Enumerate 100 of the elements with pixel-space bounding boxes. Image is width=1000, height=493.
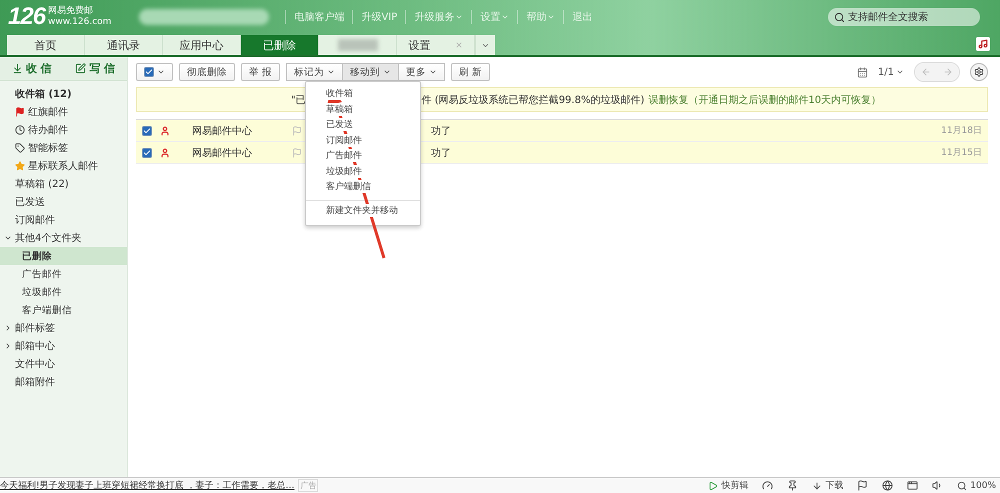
toolbar-button[interactable]: 彻底删除 — [179, 63, 235, 81]
settings-button[interactable] — [970, 63, 988, 81]
folder-item[interactable]: 收件箱 (12) — [0, 85, 127, 103]
notice-text: "已 — [291, 94, 306, 106]
compose-button[interactable]: 写 信 — [64, 57, 127, 80]
folder-item[interactable]: 垃圾邮件 — [0, 283, 127, 301]
chevron-down-icon — [157, 68, 165, 76]
search-icon — [834, 12, 845, 23]
page-selector[interactable]: 1/1 — [878, 66, 904, 78]
folder-item[interactable]: 邮件标签 — [0, 319, 127, 337]
menu-item[interactable]: 已发送 — [326, 118, 353, 132]
mail-subject: 功了 — [431, 124, 451, 138]
menu-item[interactable]: 垃圾邮件 — [326, 164, 362, 178]
toolbar-icon-button[interactable] — [907, 480, 918, 491]
chevron-down-icon — [896, 68, 904, 76]
folder-item[interactable]: 订阅邮件 — [0, 211, 127, 229]
arrow-right-icon — [943, 67, 953, 77]
mail-sender: 网易邮件中心 — [192, 124, 253, 138]
menu-item[interactable]: 新建文件夹并移动 — [326, 204, 398, 217]
folder-item[interactable]: 客户端删信 — [0, 301, 127, 319]
toolbar-icon-button[interactable] — [882, 480, 894, 491]
person-icon — [160, 148, 170, 158]
chevron-right-icon[interactable] — [4, 342, 12, 350]
toolbar-icon-button[interactable] — [762, 480, 774, 491]
checkbox[interactable] — [144, 67, 154, 77]
chevron-right-icon[interactable] — [4, 324, 12, 332]
tab[interactable]: 应用中心 — [163, 35, 241, 55]
download-icon — [12, 63, 23, 74]
magnifier-icon — [957, 480, 968, 490]
flag-icon — [15, 107, 25, 117]
pin-icon — [787, 480, 798, 491]
folder-item[interactable]: 星标联系人邮件 — [0, 157, 127, 175]
checkbox[interactable] — [142, 126, 152, 136]
toolbar-icon-button[interactable] — [857, 480, 868, 491]
ad-label: 广告 — [298, 479, 318, 492]
toolbar-button[interactable]: 举 报 — [241, 63, 280, 81]
speaker-icon — [932, 480, 944, 491]
restore-link[interactable]: 误删恢复（开通日期之后误删的邮件10天内可恢复） — [648, 92, 882, 106]
menu-item[interactable]: 广告邮件 — [326, 149, 362, 162]
chevron-down-icon — [383, 68, 392, 76]
person-icon — [160, 126, 170, 136]
folder-item[interactable]: 草稿箱 (22) — [0, 175, 127, 193]
tab[interactable]: 已删除 — [241, 35, 319, 55]
toolbar-button[interactable]: 标记为 — [286, 63, 344, 81]
menu-item[interactable]: 收件箱 — [326, 87, 353, 100]
folder-item[interactable]: 已发送 — [0, 193, 127, 211]
tab[interactable]: 首页 — [7, 35, 85, 55]
zoom-button[interactable]: 100% — [957, 480, 996, 490]
download-button[interactable]: 下载 — [812, 479, 844, 492]
toolbar-icon-button[interactable] — [932, 480, 944, 491]
toolbar-icon-button[interactable] — [787, 480, 798, 491]
chevron-down-icon — [429, 68, 438, 76]
menu-item[interactable]: 订阅邮件 — [326, 134, 362, 147]
mail-subject: 功了 — [431, 146, 451, 160]
folder-item[interactable]: 待办邮件 — [0, 121, 127, 139]
menu-item[interactable]: 客户端删信 — [326, 180, 371, 194]
gauge-icon — [762, 480, 774, 491]
play-icon — [708, 480, 718, 490]
pen-icon — [75, 63, 86, 74]
folder-item[interactable]: 文件中心 — [0, 355, 127, 373]
folder-item[interactable]: 红旗邮件 — [0, 103, 127, 121]
arrow-down-icon — [812, 480, 822, 490]
news-link[interactable]: 今天福利!男子发现妻子上班穿短裙经常换打底 ，妻子：工作需要，老总… — [0, 479, 294, 492]
clip-button[interactable]: 快剪辑 — [708, 479, 748, 492]
clock-icon — [15, 125, 25, 135]
search-field[interactable]: 支持邮件全文搜索 — [828, 8, 980, 26]
folder-item[interactable]: 广告邮件 — [0, 265, 127, 283]
chevron-down-icon[interactable] — [4, 234, 12, 242]
music-button[interactable] — [976, 37, 990, 51]
window-icon — [907, 480, 918, 491]
tab[interactable]: 设置 — [397, 35, 475, 55]
checkbox[interactable] — [142, 148, 152, 158]
chevron-down-icon — [501, 13, 510, 21]
receive-button[interactable]: 收 信 — [0, 57, 64, 80]
folder-item[interactable]: 其他4个文件夹 — [0, 229, 127, 247]
music-note-icon — [978, 39, 988, 49]
calendar-icon[interactable] — [856, 66, 868, 78]
arrow-left-icon — [921, 67, 931, 77]
folder-item[interactable]: 智能标签 — [0, 139, 127, 157]
globe-icon — [882, 480, 894, 491]
menu-item[interactable]: 草稿箱 — [326, 102, 353, 116]
flag-icon — [857, 480, 868, 491]
folder-item[interactable]: 邮箱中心 — [0, 337, 127, 355]
tab[interactable]: 通讯录 — [85, 35, 163, 55]
select-all-button[interactable] — [136, 63, 173, 81]
settings-icon — [974, 67, 984, 77]
mail-date: 11月15日 — [941, 147, 982, 159]
chevron-down-icon — [327, 68, 336, 76]
chevron-down-icon — [455, 13, 464, 21]
toolbar-button[interactable]: 更多 — [398, 63, 446, 81]
star-icon — [15, 161, 25, 171]
notice-text: 件 (网易反垃圾系统已帮您拦截99.8%的垃圾邮件) — [422, 94, 644, 106]
toolbar-button[interactable]: 刷 新 — [451, 63, 490, 81]
mail-date: 11月18日 — [941, 125, 982, 137]
toolbar-button[interactable]: 移动到 — [342, 63, 400, 81]
chevron-down-icon — [547, 13, 556, 21]
tag-icon — [15, 143, 25, 153]
folder-item[interactable]: 邮箱附件 — [0, 373, 127, 391]
folder-item[interactable]: 已删除 — [0, 247, 127, 265]
mail-sender: 网易邮件中心 — [192, 146, 253, 160]
